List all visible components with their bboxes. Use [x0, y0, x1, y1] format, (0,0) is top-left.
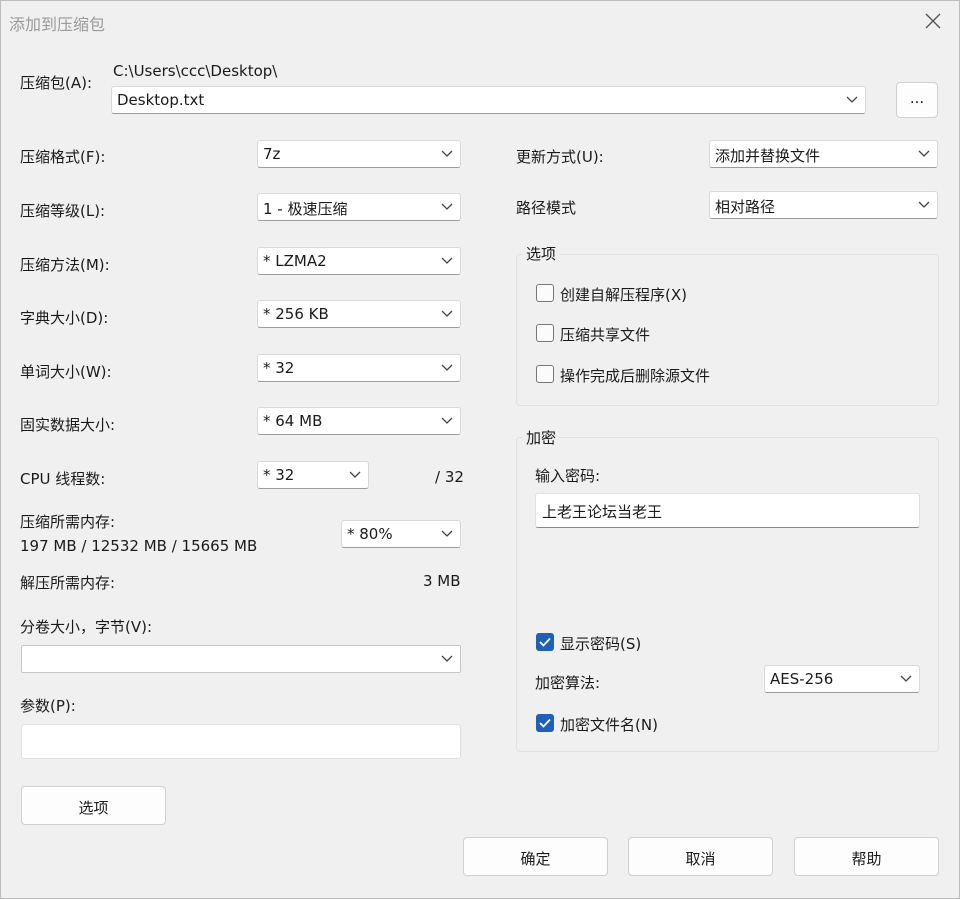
cpu-max: / 32	[435, 468, 464, 486]
solid-label: 固实数据大小:	[20, 416, 116, 434]
delete-after-label: 操作完成后删除源文件	[560, 367, 711, 385]
mem-percent-combo[interactable]: * 80%	[341, 520, 461, 548]
options-button-label: 选项	[78, 799, 109, 817]
path-mode-label: 路径模式	[516, 199, 577, 217]
title-bar: 添加到压缩包	[1, 1, 959, 41]
browse-button-label: ...	[909, 89, 925, 107]
params-label: 参数(P):	[20, 697, 76, 715]
password-input[interactable]: 上老王论坛当老王	[535, 493, 920, 528]
mem-percent-value: * 80%	[347, 525, 393, 543]
chevron-down-icon	[918, 201, 930, 208]
update-combo[interactable]: 添加并替换文件	[709, 140, 938, 168]
params-input[interactable]	[21, 724, 461, 759]
close-icon[interactable]	[921, 9, 945, 33]
cpu-value: * 32	[263, 466, 295, 484]
chevron-down-icon	[846, 96, 858, 103]
chevron-down-icon	[441, 417, 453, 424]
algo-value: AES-256	[770, 670, 834, 688]
chevron-down-icon	[441, 364, 453, 371]
chevron-down-icon	[900, 675, 912, 682]
sfx-label: 创建自解压程序(X)	[560, 286, 687, 304]
dict-combo[interactable]: * 256 KB	[257, 300, 461, 328]
shared-label: 压缩共享文件	[560, 326, 651, 344]
volume-combo[interactable]	[21, 645, 461, 673]
encrypt-names-label: 加密文件名(N)	[560, 716, 658, 734]
format-value: 7z	[263, 145, 281, 163]
level-combo[interactable]: 1 - 极速压缩	[257, 193, 461, 221]
chevron-down-icon	[441, 257, 453, 264]
chevron-down-icon	[441, 203, 453, 210]
archive-name-combo[interactable]: Desktop.txt	[111, 86, 866, 114]
chevron-down-icon	[441, 530, 453, 537]
path-mode-value: 相对路径	[715, 198, 776, 216]
chevron-down-icon	[441, 150, 453, 157]
chevron-down-icon	[349, 471, 361, 478]
ok-button-label: 确定	[520, 850, 551, 868]
archive-path: C:\Users\ccc\Desktop\	[113, 62, 278, 80]
ok-button[interactable]: 确定	[463, 837, 608, 876]
cancel-button[interactable]: 取消	[628, 837, 773, 876]
decomp-value: 3 MB	[423, 572, 461, 590]
password-label: 输入密码:	[535, 467, 601, 485]
word-combo[interactable]: * 32	[257, 354, 461, 382]
options-button[interactable]: 选项	[21, 786, 166, 825]
dict-value: * 256 KB	[263, 305, 329, 323]
check-icon	[539, 637, 551, 647]
browse-button[interactable]: ...	[896, 82, 938, 118]
method-combo[interactable]: * LZMA2	[257, 247, 461, 275]
mem-label: 压缩所需内存:	[20, 513, 116, 531]
archive-label: 压缩包(A):	[20, 74, 93, 92]
volume-label: 分卷大小，字节(V):	[20, 618, 153, 636]
solid-combo[interactable]: * 64 MB	[257, 407, 461, 435]
format-combo[interactable]: 7z	[257, 140, 461, 168]
algo-combo[interactable]: AES-256	[764, 665, 920, 693]
decomp-label: 解压所需内存:	[20, 574, 116, 592]
update-value: 添加并替换文件	[715, 147, 821, 165]
check-icon	[539, 718, 551, 728]
solid-value: * 64 MB	[263, 412, 323, 430]
chevron-down-icon	[441, 655, 453, 662]
word-value: * 32	[263, 359, 295, 377]
algo-label: 加密算法:	[535, 674, 601, 692]
sfx-checkbox[interactable]	[536, 284, 554, 302]
mem-detail: 197 MB / 12532 MB / 15665 MB	[20, 537, 258, 555]
help-button-label: 帮助	[851, 850, 882, 868]
format-label: 压缩格式(F):	[20, 148, 106, 166]
password-value: 上老王论坛当老王	[542, 503, 663, 521]
shared-checkbox[interactable]	[536, 324, 554, 342]
encryption-group-title: 加密	[523, 427, 560, 448]
method-label: 压缩方法(M):	[20, 256, 110, 274]
dict-label: 字典大小(D):	[20, 309, 109, 327]
level-value: 1 - 极速压缩	[263, 200, 348, 218]
help-button[interactable]: 帮助	[794, 837, 939, 876]
options-group-title: 选项	[523, 243, 560, 264]
word-label: 单词大小(W):	[20, 363, 112, 381]
cancel-button-label: 取消	[685, 850, 716, 868]
update-label: 更新方式(U):	[516, 148, 604, 166]
show-password-label: 显示密码(S)	[560, 635, 642, 653]
cpu-label: CPU 线程数:	[20, 470, 106, 488]
cpu-combo[interactable]: * 32	[257, 461, 369, 489]
chevron-down-icon	[441, 310, 453, 317]
delete-after-checkbox[interactable]	[536, 365, 554, 383]
show-password-checkbox[interactable]	[536, 633, 554, 651]
chevron-down-icon	[918, 150, 930, 157]
method-value: * LZMA2	[263, 252, 327, 270]
encrypt-names-checkbox[interactable]	[536, 714, 554, 732]
window-title: 添加到压缩包	[9, 15, 106, 34]
path-mode-combo[interactable]: 相对路径	[709, 191, 938, 219]
level-label: 压缩等级(L):	[20, 202, 106, 220]
archive-name-value: Desktop.txt	[117, 91, 205, 109]
